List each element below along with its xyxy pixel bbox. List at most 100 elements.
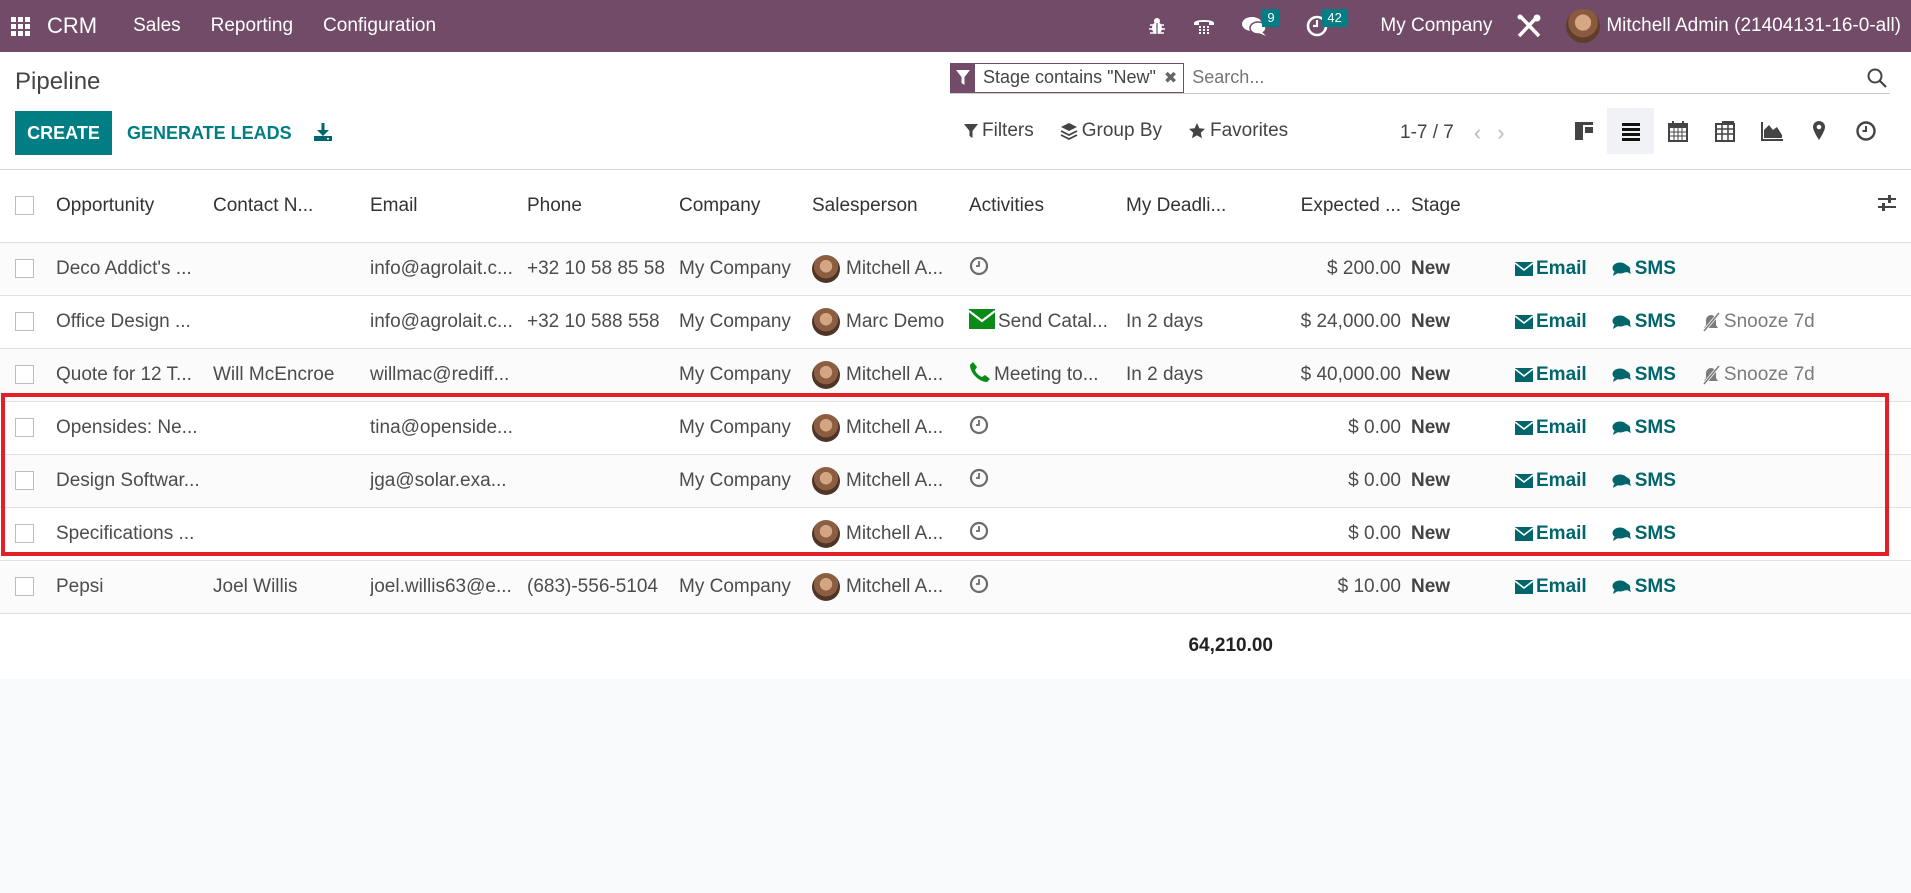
- optional-columns-toggle-icon[interactable]: [1877, 193, 1897, 213]
- cell-opportunity[interactable]: Design Softwar...: [56, 453, 213, 507]
- sms-button[interactable]: SMS: [1612, 364, 1676, 386]
- settings-tools-icon[interactable]: [1516, 13, 1542, 39]
- table-row[interactable]: Design Softwar... jga@solar.exa... My Co…: [0, 453, 1911, 507]
- company-switcher[interactable]: My Company: [1380, 15, 1492, 37]
- menu-reporting[interactable]: Reporting: [211, 15, 293, 37]
- pager-previous-icon[interactable]: ‹: [1474, 120, 1481, 146]
- cell-contact-name[interactable]: [213, 400, 370, 454]
- column-phone[interactable]: Phone: [527, 170, 679, 242]
- column-email[interactable]: Email: [370, 170, 527, 242]
- activities-clock-icon[interactable]: 42: [1306, 9, 1347, 37]
- sms-button[interactable]: SMS: [1612, 258, 1676, 280]
- cell-company[interactable]: My Company: [679, 294, 812, 348]
- activity-cell[interactable]: [969, 415, 1126, 441]
- table-row[interactable]: Opensides: Ne... tina@openside... My Com…: [0, 400, 1911, 454]
- snooze-button[interactable]: Snooze 7d: [1701, 364, 1815, 386]
- cell-company[interactable]: [679, 506, 812, 560]
- column-contact-name[interactable]: Contact N...: [213, 170, 370, 242]
- download-icon[interactable]: [312, 120, 334, 144]
- snooze-button[interactable]: Snooze 7d: [1701, 311, 1815, 333]
- column-expected-revenue[interactable]: Expected ...: [1283, 170, 1411, 242]
- email-button[interactable]: Email: [1515, 470, 1587, 492]
- row-checkbox[interactable]: [15, 364, 34, 384]
- phone-icon[interactable]: [1192, 15, 1216, 37]
- messages-icon[interactable]: 9: [1242, 9, 1280, 37]
- cell-opportunity[interactable]: Opensides: Ne...: [56, 400, 213, 454]
- table-row[interactable]: Pepsi Joel Willis joel.willis63@e... (68…: [0, 559, 1911, 613]
- user-menu[interactable]: Mitchell Admin (21404131-16-0-all): [1606, 15, 1901, 37]
- debug-bug-icon[interactable]: [1148, 16, 1166, 36]
- filters-button[interactable]: Filters: [964, 120, 1034, 142]
- activity-cell[interactable]: Send Catal...: [969, 308, 1126, 335]
- cell-opportunity[interactable]: Pepsi: [56, 559, 213, 613]
- map-view-button[interactable]: [1795, 108, 1842, 154]
- apps-menu-button[interactable]: [0, 0, 40, 52]
- menu-configuration[interactable]: Configuration: [323, 15, 436, 37]
- cell-phone[interactable]: [527, 400, 679, 454]
- row-checkbox[interactable]: [15, 470, 34, 490]
- cell-email[interactable]: info@agrolait.c...: [370, 294, 527, 348]
- app-name[interactable]: CRM: [47, 13, 97, 39]
- search-icon[interactable]: [1864, 65, 1890, 91]
- activity-cell[interactable]: Meeting to...: [969, 361, 1126, 389]
- cell-company[interactable]: My Company: [679, 453, 812, 507]
- search-input[interactable]: [1192, 67, 1864, 88]
- cell-contact-name[interactable]: [213, 453, 370, 507]
- list-view-button[interactable]: [1607, 108, 1654, 154]
- cell-phone[interactable]: +32 10 588 558: [527, 294, 679, 348]
- email-button[interactable]: Email: [1515, 311, 1587, 333]
- activity-cell[interactable]: [969, 468, 1126, 494]
- column-salesperson[interactable]: Salesperson: [812, 170, 969, 242]
- column-my-deadline[interactable]: My Deadli...: [1126, 170, 1283, 242]
- cell-email[interactable]: tina@openside...: [370, 400, 527, 454]
- email-button[interactable]: Email: [1515, 576, 1587, 598]
- table-row[interactable]: Office Design ... info@agrolait.c... +32…: [0, 294, 1911, 348]
- cell-contact-name[interactable]: [213, 241, 370, 295]
- facet-remove-icon[interactable]: ✖: [1164, 64, 1183, 92]
- kanban-view-button[interactable]: [1560, 108, 1607, 154]
- create-button[interactable]: CREATE: [15, 111, 112, 155]
- row-checkbox[interactable]: [15, 523, 34, 543]
- activity-view-button[interactable]: [1842, 108, 1889, 154]
- cell-phone[interactable]: +32 10 58 85 58: [527, 241, 679, 295]
- graph-view-button[interactable]: [1748, 108, 1795, 154]
- menu-sales[interactable]: Sales: [133, 15, 181, 37]
- cell-email[interactable]: info@agrolait.c...: [370, 241, 527, 295]
- user-avatar[interactable]: [1566, 9, 1601, 43]
- email-button[interactable]: Email: [1515, 523, 1587, 545]
- row-checkbox[interactable]: [15, 417, 34, 437]
- group-by-button[interactable]: Group By: [1060, 120, 1162, 142]
- cell-email[interactable]: joel.willis63@e...: [370, 559, 527, 613]
- sms-button[interactable]: SMS: [1612, 470, 1676, 492]
- table-row[interactable]: Deco Addict's ... info@agrolait.c... +32…: [0, 241, 1911, 295]
- cell-opportunity[interactable]: Deco Addict's ...: [56, 241, 213, 295]
- row-checkbox[interactable]: [15, 311, 34, 331]
- cell-email[interactable]: jga@solar.exa...: [370, 453, 527, 507]
- column-activities[interactable]: Activities: [969, 170, 1126, 242]
- cell-company[interactable]: My Company: [679, 559, 812, 613]
- column-opportunity[interactable]: Opportunity: [56, 170, 213, 242]
- email-button[interactable]: Email: [1515, 417, 1587, 439]
- column-stage[interactable]: Stage: [1411, 170, 1515, 242]
- cell-phone[interactable]: [527, 506, 679, 560]
- select-all-checkbox[interactable]: [15, 196, 34, 216]
- cell-opportunity[interactable]: Specifications ...: [56, 506, 213, 560]
- activity-cell[interactable]: [969, 521, 1126, 547]
- search-facet[interactable]: Stage contains "New" ✖: [950, 62, 1185, 93]
- cell-contact-name[interactable]: [213, 506, 370, 560]
- pager-value[interactable]: 1-7 / 7: [1400, 122, 1454, 144]
- pager-next-icon[interactable]: ›: [1497, 120, 1504, 146]
- row-checkbox[interactable]: [15, 258, 34, 278]
- cell-company[interactable]: My Company: [679, 347, 812, 401]
- cell-email[interactable]: [370, 506, 527, 560]
- email-button[interactable]: Email: [1515, 258, 1587, 280]
- cell-opportunity[interactable]: Office Design ...: [56, 294, 213, 348]
- table-row[interactable]: Quote for 12 T... Will McEncroe willmac@…: [0, 347, 1911, 401]
- cell-contact-name[interactable]: Will McEncroe: [213, 347, 370, 401]
- favorites-button[interactable]: Favorites: [1188, 120, 1288, 142]
- cell-phone[interactable]: [527, 453, 679, 507]
- activity-cell[interactable]: [969, 574, 1126, 600]
- cell-phone[interactable]: [527, 347, 679, 401]
- email-button[interactable]: Email: [1515, 364, 1587, 386]
- row-checkbox[interactable]: [15, 576, 34, 596]
